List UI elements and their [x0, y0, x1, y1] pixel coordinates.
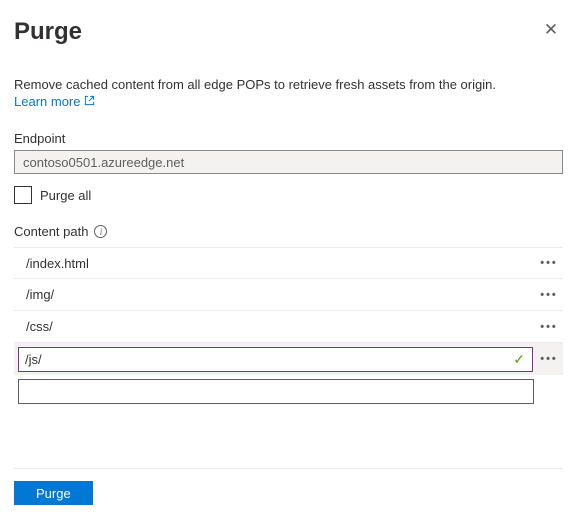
purge-button[interactable]: Purge — [14, 481, 93, 505]
path-row[interactable]: /css/ ••• — [14, 311, 563, 343]
close-button[interactable]: ✕ — [539, 18, 563, 42]
external-link-icon — [84, 95, 95, 109]
path-input-active[interactable] — [18, 347, 533, 372]
ellipsis-icon: ••• — [540, 321, 558, 333]
content-path-list: /index.html ••• /img/ ••• /css/ ••• ✓ ••… — [14, 247, 563, 404]
path-row[interactable]: /index.html ••• — [14, 247, 563, 279]
close-icon: ✕ — [544, 20, 558, 40]
panel-title: Purge — [14, 18, 82, 46]
path-row-active[interactable]: ✓ ••• — [14, 343, 563, 375]
more-button[interactable]: ••• — [535, 279, 563, 311]
path-text: /img/ — [14, 287, 535, 302]
more-button[interactable]: ••• — [535, 311, 563, 343]
ellipsis-icon: ••• — [540, 289, 558, 301]
path-text: /index.html — [14, 256, 535, 271]
description-text: Remove cached content from all edge POPs… — [14, 76, 563, 94]
endpoint-input[interactable] — [14, 150, 563, 174]
path-text: /css/ — [14, 319, 535, 334]
path-row-empty[interactable] — [14, 379, 563, 404]
purge-all-checkbox[interactable] — [14, 186, 32, 204]
ellipsis-icon: ••• — [540, 257, 558, 269]
more-button[interactable]: ••• — [535, 247, 563, 279]
learn-more-label: Learn more — [14, 94, 80, 109]
more-button[interactable]: ••• — [535, 343, 563, 375]
purge-all-label: Purge all — [40, 188, 91, 203]
content-path-label: Content path — [14, 224, 88, 239]
learn-more-link[interactable]: Learn more — [14, 94, 95, 109]
purge-all-row[interactable]: Purge all — [14, 186, 563, 204]
path-row[interactable]: /img/ ••• — [14, 279, 563, 311]
path-input-empty[interactable] — [18, 379, 534, 404]
endpoint-label: Endpoint — [14, 131, 563, 146]
ellipsis-icon: ••• — [540, 353, 558, 365]
info-icon[interactable]: i — [94, 225, 107, 238]
